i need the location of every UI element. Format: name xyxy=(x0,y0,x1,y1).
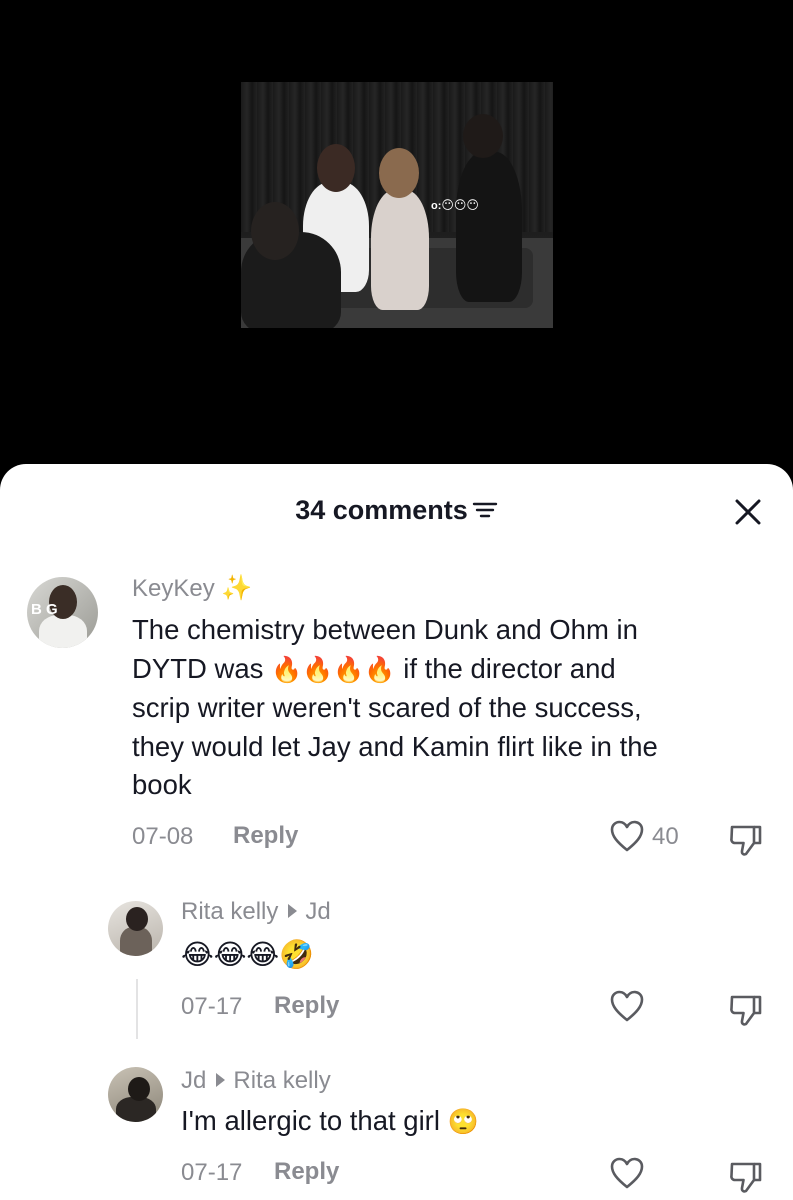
reply-username[interactable]: Jd Rita kelly xyxy=(181,1067,331,1095)
comment-line: scrip writer weren't scared of the succe… xyxy=(132,692,642,723)
reply-button[interactable]: Reply xyxy=(274,1158,339,1186)
video-person-head xyxy=(379,148,419,198)
avatar-rita-kelly[interactable] xyxy=(108,901,163,956)
reply-emoji-text: 😂😂😂🤣 xyxy=(181,938,315,971)
video-player[interactable]: o:😶😶😶 xyxy=(0,0,793,480)
avatar-body xyxy=(39,615,87,648)
comments-sheet: 34 comments B G KeyKey ✨ The chemistry b… xyxy=(0,464,793,1200)
eye-roll-emoji-icon: 🙄 xyxy=(447,1107,479,1136)
reply-text: I'm allergic to that girl 🙄 xyxy=(181,1102,479,1142)
comment-line: they would let Jay and Kamin flirt like … xyxy=(132,730,658,762)
video-caption-emoji: 😶😶😶 xyxy=(441,198,479,212)
comment-date: 07-17 xyxy=(181,993,243,1020)
reply-to-arrow-icon xyxy=(288,904,298,919)
comment-date: 07-17 xyxy=(181,1159,243,1186)
reply-text-content: I'm allergic to that girl xyxy=(181,1105,448,1136)
dislike-icon[interactable] xyxy=(726,1156,766,1194)
video-person-head xyxy=(317,144,355,192)
comment-date: 07-08 xyxy=(132,823,194,850)
video-caption-text: o: xyxy=(431,200,442,212)
sparkles-icon: ✨ xyxy=(221,573,253,602)
reply-to-username[interactable]: Rita kelly xyxy=(233,1067,330,1094)
thread-connector-line xyxy=(136,979,138,1039)
comments-count-text: 34 comments xyxy=(295,495,468,525)
video-person-black-vest xyxy=(456,152,522,302)
comment-line: DYTD was 🔥🔥🔥🔥 if the director and xyxy=(132,650,772,690)
username-text[interactable]: Jd xyxy=(181,1067,206,1094)
heart-icon[interactable] xyxy=(609,989,645,1023)
reply-button[interactable]: Reply xyxy=(233,822,298,850)
comment-username[interactable]: KeyKey ✨ xyxy=(132,573,253,603)
reply-button[interactable]: Reply xyxy=(274,992,339,1020)
heart-icon[interactable] xyxy=(609,1156,645,1190)
comment-body: The chemistry between Dunk and Ohm in DY… xyxy=(132,611,772,805)
comment-line: book xyxy=(132,769,192,800)
video-person-lace-dress xyxy=(371,190,429,310)
video-person-head xyxy=(251,202,299,260)
comment-line-text: if the director and xyxy=(395,652,616,684)
reply-to-username[interactable]: Jd xyxy=(305,898,330,925)
reply-username[interactable]: Rita kelly Jd xyxy=(181,898,331,926)
filter-lines-icon[interactable] xyxy=(472,500,498,520)
reply-to-arrow-icon xyxy=(216,1073,226,1088)
dislike-icon[interactable] xyxy=(726,819,766,857)
avatar-body xyxy=(120,927,152,956)
video-thumbnail[interactable]: o:😶😶😶 xyxy=(241,82,553,328)
video-person-head xyxy=(463,114,503,158)
avatar-face xyxy=(126,907,148,931)
avatar-keykey[interactable]: B G xyxy=(27,577,98,648)
close-icon[interactable] xyxy=(730,494,766,530)
avatar-lettering: B G xyxy=(31,601,58,618)
comment-line-text: DYTD was xyxy=(132,652,272,684)
dislike-icon[interactable] xyxy=(726,989,766,1027)
comment-line: The chemistry between Dunk and Ohm in xyxy=(132,614,638,645)
username-text[interactable]: KeyKey xyxy=(132,575,215,602)
avatar-face xyxy=(128,1077,150,1101)
like-count: 40 xyxy=(652,823,679,850)
heart-icon[interactable] xyxy=(609,819,645,853)
username-text[interactable]: Rita kelly xyxy=(181,898,278,925)
video-overlay-caption: o:😶😶😶 xyxy=(431,198,479,212)
comments-header: 34 comments xyxy=(0,464,793,558)
avatar-jd[interactable] xyxy=(108,1067,163,1122)
comments-count-label: 34 comments xyxy=(0,495,793,526)
fire-emoji-icon: 🔥🔥🔥🔥 xyxy=(271,654,396,684)
